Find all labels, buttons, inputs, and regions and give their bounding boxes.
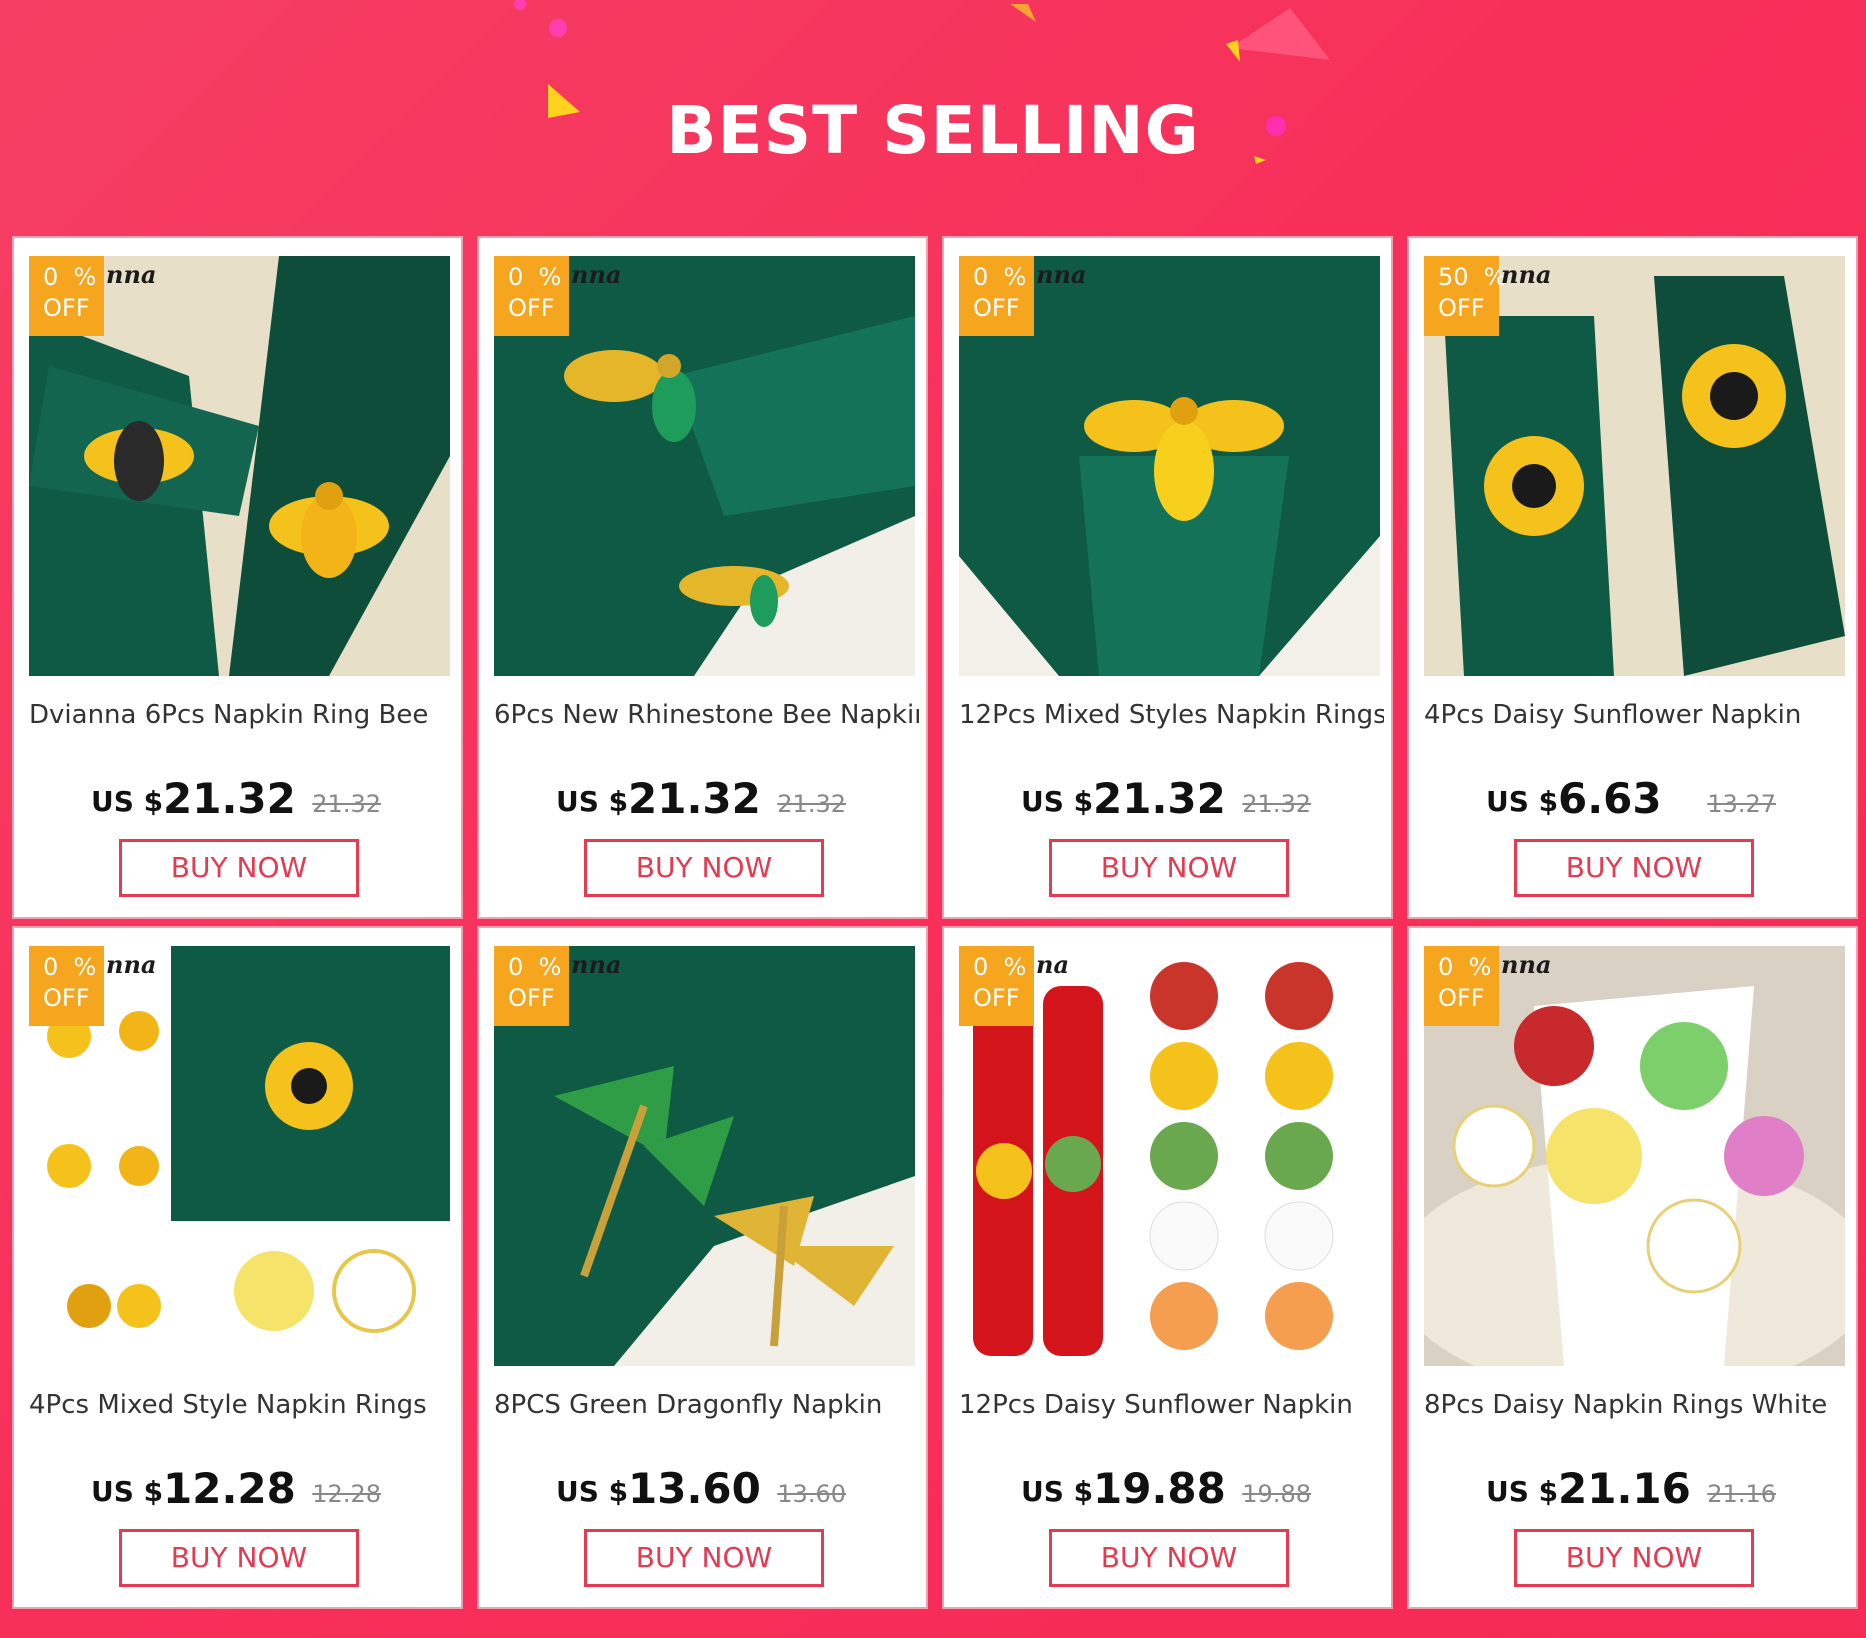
banner: BEST SELLING xyxy=(0,0,1866,230)
brand-logo: na xyxy=(1036,950,1069,979)
discount-badge: 0 % OFF xyxy=(29,256,104,336)
price: 21.16 xyxy=(1558,1464,1691,1513)
product-grid: 0 % OFF nna Dvianna 6Pcs Napkin Ring Bee … xyxy=(12,236,1860,1610)
buy-now-button[interactable]: BUY NOW xyxy=(119,839,359,897)
currency: US $ xyxy=(556,1475,629,1508)
brand-logo: nna xyxy=(106,260,157,289)
product-title[interactable]: 4Pcs Daisy Sunflower Napkin xyxy=(1424,700,1849,730)
currency: US $ xyxy=(91,1475,164,1508)
product-card[interactable]: 50 % OFF nna 4Pcs Daisy Sunflower Napkin … xyxy=(1407,236,1858,919)
product-card[interactable]: 0 % OFF nna 6Pcs New Rhinestone Bee Napki… xyxy=(477,236,928,919)
price: 13.60 xyxy=(628,1464,761,1513)
discount-badge: 0 % OFF xyxy=(1424,946,1499,1026)
old-price: 13.27 xyxy=(1707,790,1776,818)
price: 19.88 xyxy=(1093,1464,1226,1513)
product-card[interactable]: 0 % OFF nna 12Pcs Mixed Styles Napkin Rin… xyxy=(942,236,1393,919)
old-price: 21.16 xyxy=(1707,1480,1776,1508)
product-card[interactable]: 0 % OFF nna 8PCS Green Dragonfly Napkin U… xyxy=(477,926,928,1609)
price-row: US $ 21.16 21.16 xyxy=(1409,1458,1856,1518)
price-row: US $ 21.32 21.32 xyxy=(14,768,461,828)
product-title[interactable]: 6Pcs New Rhinestone Bee Napkin xyxy=(494,700,919,730)
old-price: 12.28 xyxy=(312,1480,381,1508)
product-title[interactable]: Dvianna 6Pcs Napkin Ring Bee xyxy=(29,700,454,730)
price-row: US $ 13.60 13.60 xyxy=(479,1458,926,1518)
currency: US $ xyxy=(1021,785,1094,818)
product-title[interactable]: 12Pcs Daisy Sunflower Napkin xyxy=(959,1390,1384,1420)
price: 6.63 xyxy=(1558,774,1662,823)
buy-now-button[interactable]: BUY NOW xyxy=(1049,839,1289,897)
buy-now-button[interactable]: BUY NOW xyxy=(584,839,824,897)
old-price: 21.32 xyxy=(1242,790,1311,818)
price: 21.32 xyxy=(1093,774,1226,823)
old-price: 19.88 xyxy=(1242,1480,1311,1508)
discount-badge: 50 % OFF xyxy=(1424,256,1507,336)
product-card[interactable]: 0 % OFF nna Dvianna 6Pcs Napkin Ring Bee … xyxy=(12,236,463,919)
product-card[interactable]: 0 % OFF nna 8Pcs Daisy Napkin Rings White… xyxy=(1407,926,1858,1609)
product-card[interactable]: 0 % OFF nna 4Pcs Mixed Style Napkin Rings… xyxy=(12,926,463,1609)
old-price: 21.32 xyxy=(312,790,381,818)
buy-now-button[interactable]: BUY NOW xyxy=(1514,1529,1754,1587)
buy-now-button[interactable]: BUY NOW xyxy=(584,1529,824,1587)
price: 21.32 xyxy=(628,774,761,823)
brand-logo: nna xyxy=(106,950,157,979)
brand-logo: nna xyxy=(1501,260,1552,289)
product-card[interactable]: 0 % OFF na 12Pcs Daisy Sunflower Napkin U… xyxy=(942,926,1393,1609)
product-title[interactable]: 4Pcs Mixed Style Napkin Rings xyxy=(29,1390,454,1420)
discount-badge: 0 % OFF xyxy=(494,946,569,1026)
discount-badge: 0 % OFF xyxy=(959,946,1034,1026)
brand-logo: nna xyxy=(1501,950,1552,979)
product-title[interactable]: 8Pcs Daisy Napkin Rings White xyxy=(1424,1390,1849,1420)
discount-badge: 0 % OFF xyxy=(494,256,569,336)
buy-now-button[interactable]: BUY NOW xyxy=(119,1529,359,1587)
currency: US $ xyxy=(91,785,164,818)
price-row: US $ 19.88 19.88 xyxy=(944,1458,1391,1518)
discount-badge: 0 % OFF xyxy=(959,256,1034,336)
product-title[interactable]: 12Pcs Mixed Styles Napkin Rings xyxy=(959,700,1384,730)
product-title[interactable]: 8PCS Green Dragonfly Napkin xyxy=(494,1390,919,1420)
price: 21.32 xyxy=(163,774,296,823)
discount-badge: 0 % OFF xyxy=(29,946,104,1026)
page-title: BEST SELLING xyxy=(666,92,1200,169)
brand-logo: nna xyxy=(571,260,622,289)
currency: US $ xyxy=(1486,1475,1559,1508)
old-price: 21.32 xyxy=(777,790,846,818)
currency: US $ xyxy=(1021,1475,1094,1508)
currency: US $ xyxy=(1486,785,1559,818)
price-row: US $ 21.32 21.32 xyxy=(944,768,1391,828)
price-row: US $ 12.28 12.28 xyxy=(14,1458,461,1518)
price-row: US $ 21.32 21.32 xyxy=(479,768,926,828)
buy-now-button[interactable]: BUY NOW xyxy=(1049,1529,1289,1587)
buy-now-button[interactable]: BUY NOW xyxy=(1514,839,1754,897)
brand-logo: nna xyxy=(1036,260,1087,289)
price: 12.28 xyxy=(163,1464,296,1513)
brand-logo: nna xyxy=(571,950,622,979)
price-row: US $ 6.63 13.27 xyxy=(1409,768,1856,828)
currency: US $ xyxy=(556,785,629,818)
old-price: 13.60 xyxy=(777,1480,846,1508)
